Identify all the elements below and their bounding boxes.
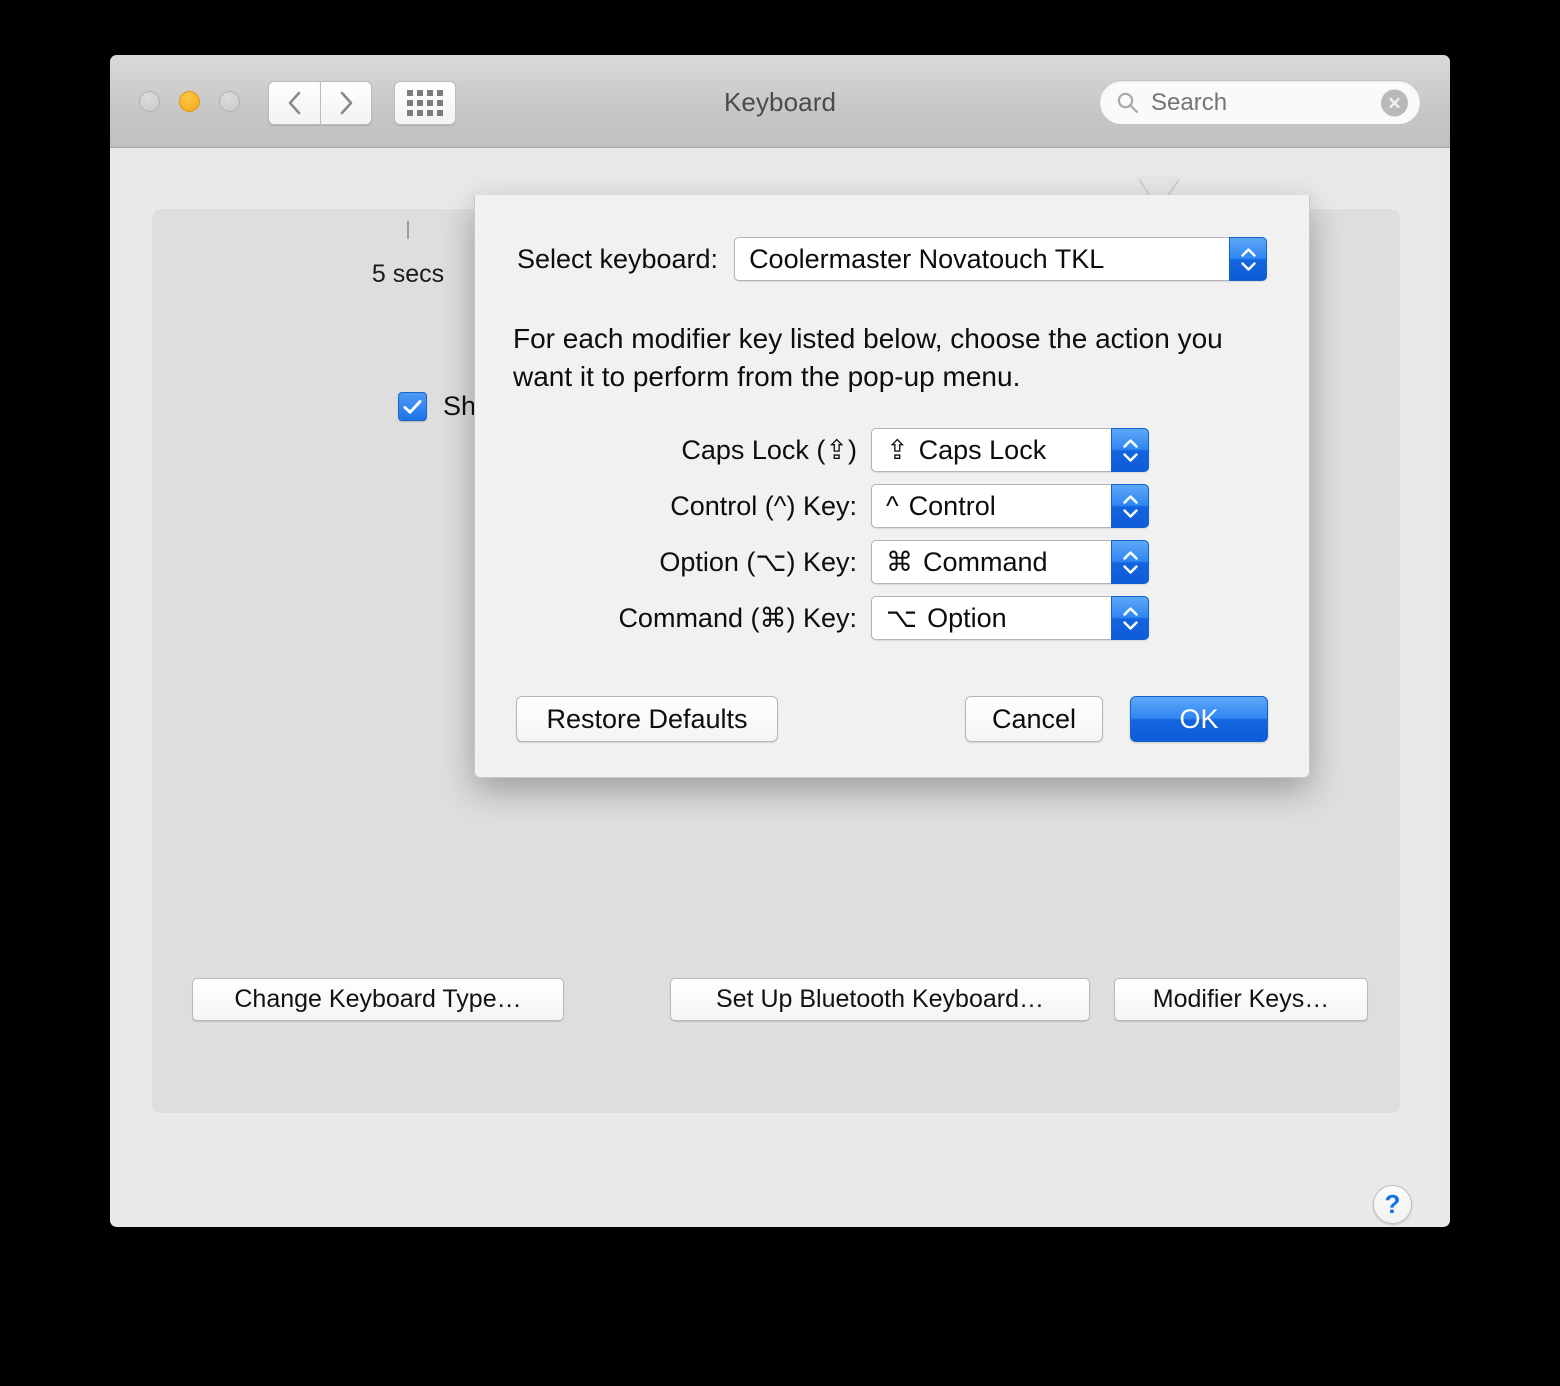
chevron-updown-icon: [1111, 540, 1149, 584]
modifier-label: Command (⌘) Key:: [475, 603, 871, 634]
select-keyboard-value: Coolermaster Novatouch TKL: [749, 244, 1104, 275]
ok-button[interactable]: OK: [1130, 696, 1268, 742]
modifier-row-control: Control (^) Key: ^ Control: [475, 484, 1309, 528]
modifier-value: Caps Lock: [919, 435, 1047, 466]
chevron-updown-icon: [1111, 484, 1149, 528]
modifier-label: Caps Lock (⇪): [475, 435, 871, 466]
modifier-value: Control: [909, 491, 996, 522]
modifier-row-caps-lock: Caps Lock (⇪) ⇪ Caps Lock: [475, 428, 1309, 472]
search-input[interactable]: [1149, 88, 1349, 118]
window-titlebar: Keyboard: [110, 55, 1450, 148]
command-action-dropdown[interactable]: ⌥ Option: [871, 596, 1149, 640]
cancel-button[interactable]: Cancel: [965, 696, 1103, 742]
select-keyboard-row: Select keyboard: Coolermaster Novatouch …: [475, 237, 1309, 281]
search-icon: [1116, 91, 1139, 114]
modifier-value: Option: [927, 603, 1007, 634]
clear-search-icon[interactable]: [1381, 89, 1408, 116]
change-keyboard-type-button[interactable]: Change Keyboard Type…: [192, 978, 564, 1021]
chevron-updown-icon: [1111, 428, 1149, 472]
chevron-updown-icon: [1229, 237, 1267, 281]
search-field[interactable]: [1099, 80, 1421, 125]
modifier-keys-button[interactable]: Modifier Keys…: [1114, 978, 1368, 1021]
modifier-label: Option (⌥) Key:: [475, 547, 871, 578]
chevron-updown-icon: [1111, 596, 1149, 640]
modifier-glyph: ⌥: [886, 603, 917, 634]
set-up-bluetooth-keyboard-button[interactable]: Set Up Bluetooth Keyboard…: [670, 978, 1090, 1021]
modifier-value: Command: [923, 547, 1048, 578]
modifier-keys-dialog: Select keyboard: Coolermaster Novatouch …: [474, 195, 1310, 778]
slider-tick-label: 5 secs: [372, 260, 444, 289]
caps-lock-action-dropdown[interactable]: ⇪ Caps Lock: [871, 428, 1149, 472]
modifier-row-option: Option (⌥) Key: ⌘ Command: [475, 540, 1309, 584]
dialog-instructions: For each modifier key listed below, choo…: [513, 320, 1243, 396]
select-keyboard-label: Select keyboard:: [517, 244, 718, 275]
modifier-glyph: ⇪: [886, 435, 909, 466]
option-action-dropdown[interactable]: ⌘ Command: [871, 540, 1149, 584]
select-keyboard-dropdown[interactable]: Coolermaster Novatouch TKL: [734, 237, 1267, 281]
help-button[interactable]: ?: [1373, 1185, 1412, 1224]
modifier-glyph: ^: [886, 491, 899, 522]
control-action-dropdown[interactable]: ^ Control: [871, 484, 1149, 528]
restore-defaults-button[interactable]: Restore Defaults: [516, 696, 778, 742]
modifier-label: Control (^) Key:: [475, 491, 871, 522]
show-viewers-checkbox[interactable]: [398, 392, 427, 421]
modifier-glyph: ⌘: [886, 547, 913, 578]
preferences-window: Keyboard: [110, 55, 1450, 1227]
modifier-row-command: Command (⌘) Key: ⌥ Option: [475, 596, 1309, 640]
checkmark-icon: [403, 399, 422, 415]
